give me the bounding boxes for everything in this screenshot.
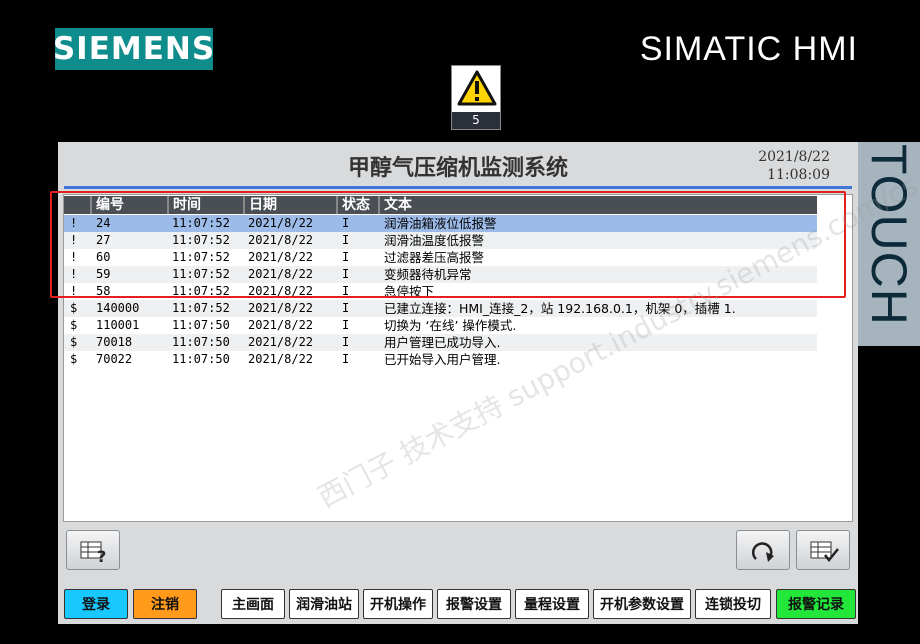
cell-date: 2021/8/22 [248, 352, 314, 366]
cell-type: $ [70, 352, 78, 366]
alarm-count: 5 [452, 112, 500, 129]
nav-alarm-records[interactable]: 报警记录 [776, 589, 856, 619]
cell-time: 11:07:50 [172, 335, 230, 349]
cell-state: I [342, 318, 350, 332]
nav-alarm-settings[interactable]: 报警设置 [437, 589, 511, 619]
cell-type: $ [70, 301, 78, 315]
time-display: 11:08:09 [767, 167, 830, 183]
bottom-navigation: 登录 注销 主画面 润滑油站 开机操作 报警设置 量程设置 开机参数设置 连锁投… [0, 589, 920, 619]
cell-id: 70022 [96, 352, 133, 366]
datetime-display: 2021/8/22 11:08:09 [758, 148, 830, 184]
table-row[interactable]: $70018 11:07:50 2021/8/22 I 用户管理已成功导入. [64, 334, 817, 351]
cell-state: I [342, 352, 350, 366]
loop-arrow-icon [751, 542, 774, 562]
nav-startup-operation[interactable]: 开机操作 [363, 589, 433, 619]
nav-lube-station[interactable]: 润滑油站 [289, 589, 359, 619]
acknowledge-icon [810, 541, 839, 562]
cell-id: 110001 [96, 318, 140, 332]
cell-state: I [342, 335, 350, 349]
highlight-annotation [50, 191, 846, 298]
simatic-hmi-label: SIMATIC HMI [639, 30, 858, 68]
nav-main-screen[interactable]: 主画面 [221, 589, 285, 619]
logout-button[interactable]: 注销 [133, 589, 197, 619]
nav-startup-parameters[interactable]: 开机参数设置 [593, 589, 691, 619]
cell-time: 11:07:52 [172, 301, 230, 315]
nav-range-settings[interactable]: 量程设置 [515, 589, 589, 619]
cell-time: 11:07:50 [172, 318, 230, 332]
table-row[interactable]: $140000 11:07:52 2021/8/22 I 已建立连接：HMI_连接_2，… [64, 300, 817, 317]
cell-time: 11:07:50 [172, 352, 230, 366]
cell-date: 2021/8/22 [248, 318, 314, 332]
cell-type: $ [70, 335, 78, 349]
table-row[interactable]: $110001 11:07:50 2021/8/22 I 切换为 ‘在线’ 操作模式. [64, 317, 817, 334]
alarm-info-button[interactable]: ? [66, 530, 120, 570]
title-underline [64, 186, 852, 189]
cell-text: 已开始导入用户管理. [384, 352, 501, 367]
warning-icon [457, 70, 497, 106]
acknowledge-button[interactable] [796, 530, 850, 570]
page-title: 甲醇气压缩机监测系统 [347, 155, 568, 181]
alarm-indicator[interactable]: 5 [451, 65, 501, 130]
cell-text: 用户管理已成功导入. [384, 335, 501, 350]
loop-in-alarm-button[interactable] [736, 530, 790, 570]
cell-type: $ [70, 318, 78, 332]
table-row[interactable]: $70022 11:07:50 2021/8/22 I 已开始导入用户管理. [64, 351, 817, 368]
svg-text:?: ? [97, 547, 106, 563]
nav-interlock-switching[interactable]: 连锁投切 [695, 589, 771, 619]
siemens-logo: SIEMENS [53, 28, 214, 70]
info-table-icon: ? [80, 541, 106, 563]
cell-text: 切换为 ‘在线’ 操作模式. [384, 318, 517, 333]
cell-date: 2021/8/22 [248, 335, 314, 349]
cell-state: I [342, 301, 350, 315]
date-display: 2021/8/22 [758, 149, 830, 165]
cell-text: 已建立连接：HMI_连接_2，站 192.168.0.1，机架 0，插槽 1. [384, 301, 736, 316]
cell-id: 140000 [96, 301, 140, 315]
login-button[interactable]: 登录 [64, 589, 128, 619]
cell-date: 2021/8/22 [248, 301, 314, 315]
cell-id: 70018 [96, 335, 133, 349]
touch-side-label: TOUCH [858, 142, 920, 346]
